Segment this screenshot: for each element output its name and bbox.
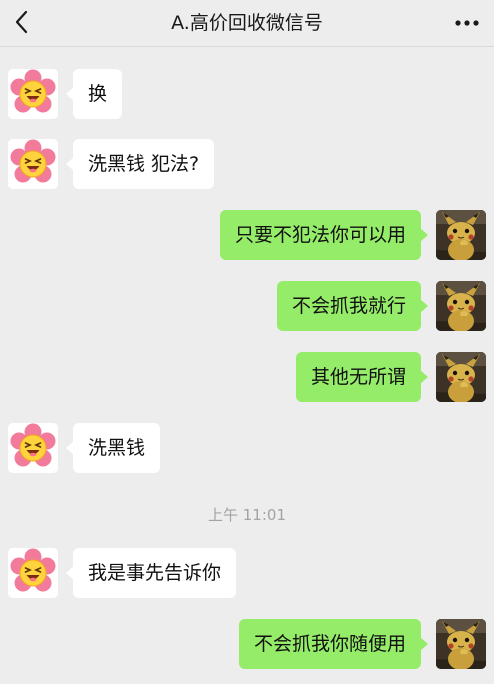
back-button[interactable] [6, 5, 40, 39]
pikachu-photo-avatar-icon [436, 281, 486, 331]
message-bubble-incoming[interactable]: 洗黑钱 [65, 423, 161, 473]
contact-avatar[interactable] [8, 423, 58, 473]
flower-emoji-avatar-icon [8, 548, 58, 598]
self-avatar[interactable] [436, 619, 486, 669]
more-options-button[interactable] [448, 6, 486, 40]
chevron-left-icon [15, 10, 28, 34]
message-bubble-outgoing[interactable]: 只要不犯法你可以用 [219, 210, 429, 260]
message-bubble-outgoing[interactable]: 其他无所谓 [295, 352, 429, 402]
self-avatar[interactable] [436, 281, 486, 331]
message-bubble-outgoing[interactable]: 不会抓我就行 [276, 281, 429, 331]
flower-emoji-avatar-icon [8, 423, 58, 473]
pikachu-photo-avatar-icon [436, 352, 486, 402]
chat-header: A.高价回收微信号 [0, 0, 494, 47]
message-bubble-incoming[interactable]: 洗黑钱 犯法? [65, 139, 215, 189]
pikachu-photo-avatar-icon [436, 210, 486, 260]
more-dots-icon [455, 20, 479, 26]
chat-screen: A.高价回收微信号 换 洗黑钱 犯法? 只要不犯法你可以用 不会抓我就行 其他无… [0, 0, 494, 684]
contact-avatar[interactable] [8, 69, 58, 119]
message-timestamp: 上午 11:01 [208, 506, 286, 524]
self-avatar[interactable] [436, 352, 486, 402]
contact-avatar[interactable] [8, 139, 58, 189]
self-avatar[interactable] [436, 210, 486, 260]
contact-avatar[interactable] [8, 548, 58, 598]
chat-title: A.高价回收微信号 [171, 12, 323, 34]
flower-emoji-avatar-icon [8, 69, 58, 119]
message-bubble-outgoing[interactable]: 不会抓我你随便用 [238, 619, 429, 669]
pikachu-photo-avatar-icon [436, 619, 486, 669]
message-bubble-incoming[interactable]: 换 [65, 69, 123, 119]
message-bubble-incoming[interactable]: 我是事先告诉你 [65, 548, 237, 598]
flower-emoji-avatar-icon [8, 139, 58, 189]
